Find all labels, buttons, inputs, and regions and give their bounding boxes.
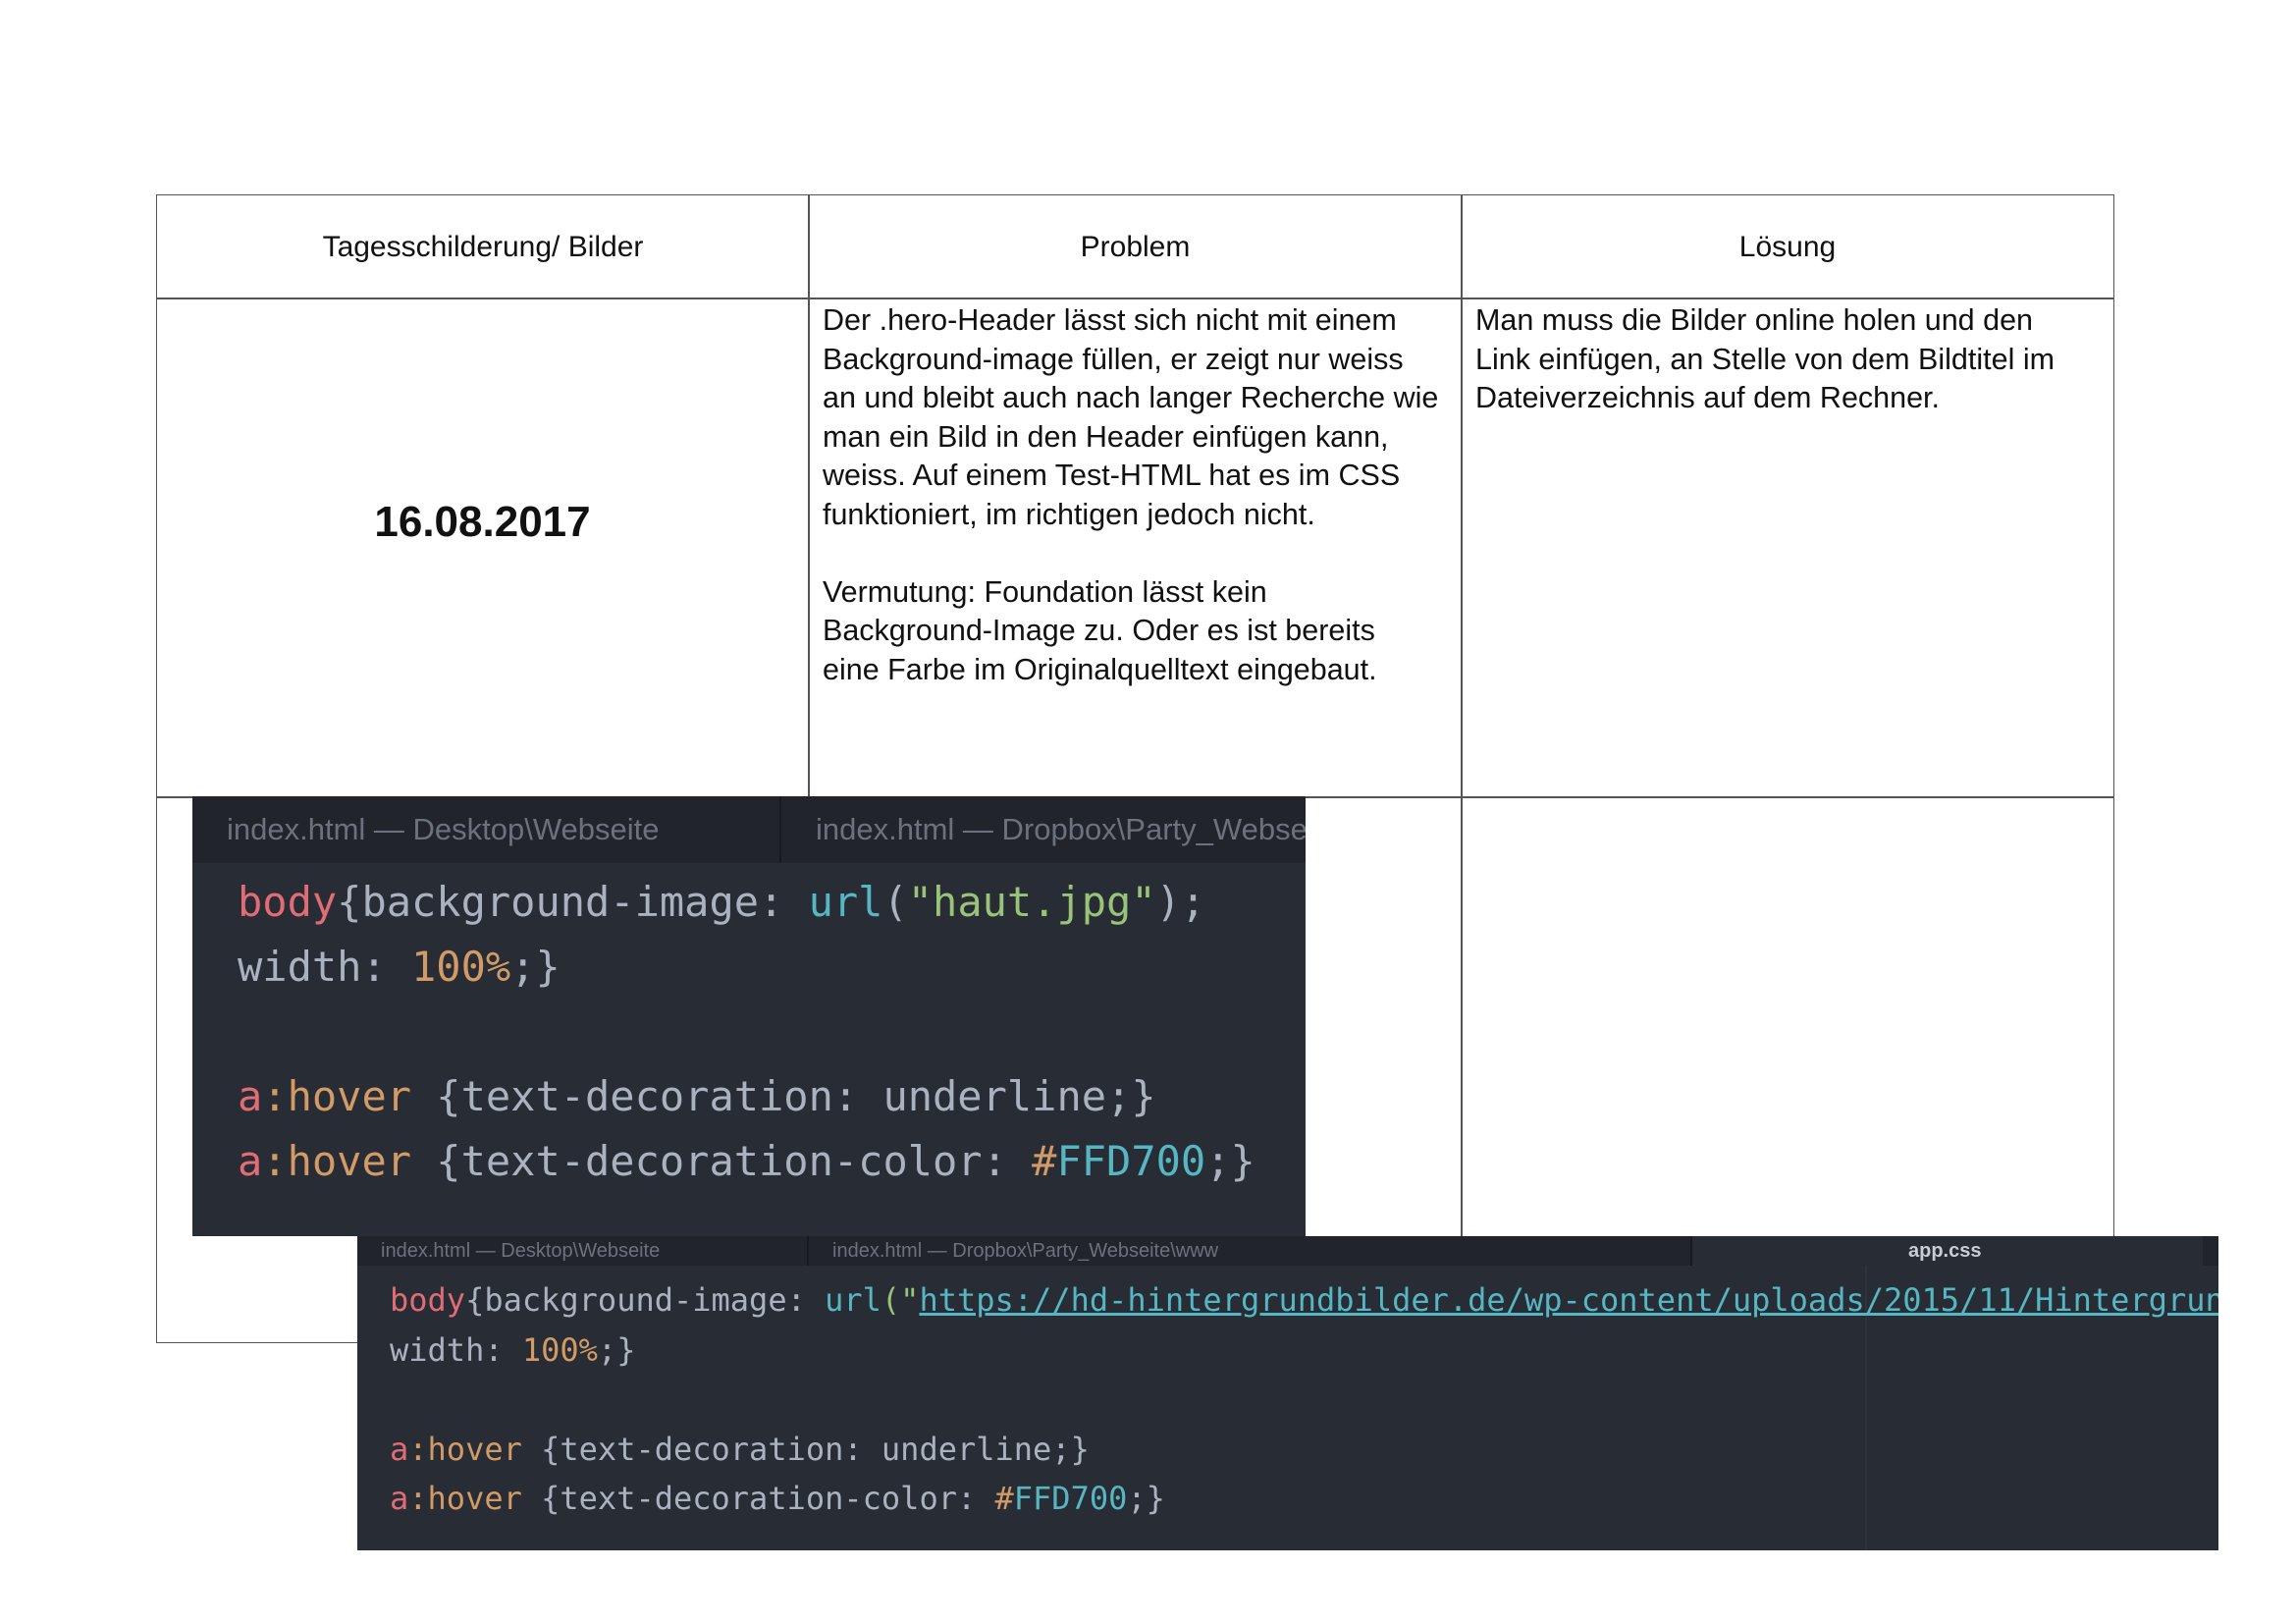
- code-token: body: [390, 1281, 466, 1319]
- code-token: 100%: [521, 1330, 598, 1369]
- problem-line: an und bleibt auch nach langer Recherche…: [823, 381, 1439, 414]
- code-token: (: [882, 878, 908, 926]
- editor-tab-bar: index.html — Desktop\Webseite index.html…: [192, 796, 1306, 863]
- code-token: :hover: [262, 1072, 412, 1120]
- code-token: a: [390, 1430, 409, 1468]
- header-cell-problem: Problem: [808, 194, 1463, 299]
- problem-line: Background-Image zu. Oder es ist bereits: [823, 614, 1375, 647]
- header-problem-label: Problem: [1080, 230, 1191, 263]
- problem-line: eine Farbe im Originalquelltext eingebau…: [823, 652, 1377, 686]
- code-token: url: [808, 878, 883, 926]
- editor-tab-active: app.css: [1692, 1236, 2203, 1266]
- solution-line: Dateiverzeichnis auf dem Rechner.: [1475, 381, 1940, 414]
- code-block: body{background-image: url("https://hd-h…: [390, 1275, 2218, 1524]
- code-token: a: [238, 1072, 263, 1120]
- editor-tab: index.html — Desktop\Webseite: [192, 796, 781, 863]
- problem-line: man ein Bild in den Header einfügen kann…: [823, 419, 1389, 454]
- editor-tab: index.html — Desktop\Webseite: [357, 1236, 809, 1266]
- code-token: :hover: [408, 1430, 522, 1468]
- code-token: FFD700: [1056, 1137, 1206, 1185]
- code-token: url: [825, 1281, 881, 1319]
- solution-cell: Man muss die Bilder online holen und den…: [1461, 298, 2114, 798]
- code-token: {text-decoration-color:: [521, 1480, 995, 1517]
- code-token: width:: [390, 1330, 522, 1369]
- code-token: );: [1155, 878, 1206, 926]
- editor-tab-bar: index.html — Desktop\Webseite index.html…: [357, 1236, 2218, 1266]
- editor-screenshot-after: index.html — Desktop\Webseite index.html…: [357, 1236, 2218, 1550]
- problem-line: weiss. Auf einem Test-HTML hat es im CSS: [823, 459, 1401, 492]
- code-token: ;}: [597, 1330, 636, 1369]
- code-link: https://hd-hintergrundbilder.de/wp-conte…: [919, 1281, 2218, 1319]
- header-cell-day: Tagesschilderung/ Bilder: [156, 194, 810, 299]
- code-token: a: [238, 1137, 263, 1185]
- code-token: body: [238, 878, 338, 926]
- code-token: :hover: [262, 1137, 412, 1185]
- empty-solution-cell: [1461, 796, 2114, 1238]
- problem-line: Vermutung: Foundation lässt kein: [823, 574, 1267, 609]
- problem-line: funktioniert, im richtigen jedoch nicht.: [823, 497, 1315, 531]
- code-token: a: [390, 1480, 409, 1517]
- code-token: "haut.jpg": [907, 878, 1156, 926]
- code-token: ;}: [510, 943, 561, 991]
- editor-tab: index.html — Dropbox\Party_Webseite: [816, 812, 1306, 846]
- problem-line: Background-image füllen, er zeigt nur we…: [823, 342, 1404, 376]
- code-token: {text-decoration-color:: [411, 1137, 1033, 1185]
- code-token: #: [1032, 1137, 1057, 1185]
- code-token: #: [994, 1480, 1014, 1517]
- problem-cell: Der .hero-Header lässt sich nicht mit ei…: [808, 298, 1463, 798]
- code-token: (": [881, 1281, 920, 1319]
- entry-date: 16.08.2017: [374, 498, 591, 546]
- code-token: {text-decoration: underline;}: [521, 1430, 1090, 1468]
- code-token: :hover: [408, 1480, 522, 1517]
- solution-line: Man muss die Bilder online holen und den: [1475, 303, 2034, 337]
- header-day-label: Tagesschilderung/ Bilder: [322, 230, 644, 263]
- code-token: ;}: [1205, 1137, 1255, 1185]
- code-token: FFD700: [1013, 1480, 1128, 1517]
- header-solution-label: Lösung: [1738, 230, 1837, 263]
- code-token: width:: [238, 943, 412, 991]
- header-cell-solution: Lösung: [1461, 194, 2114, 299]
- problem-spacer: [823, 534, 1448, 573]
- code-token: {background-image:: [337, 878, 809, 926]
- code-block: body{background-image: url("haut.jpg"); …: [238, 870, 1255, 1194]
- date-cell: [156, 298, 810, 798]
- code-token: {background-image:: [465, 1281, 826, 1319]
- code-token: ;}: [1127, 1480, 1165, 1517]
- problem-line: Der .hero-Header lässt sich nicht mit ei…: [823, 303, 1397, 337]
- editor-tab: index.html — Dropbox\Party_Webseite\www: [809, 1236, 1692, 1266]
- code-token: {text-decoration: underline;}: [411, 1072, 1156, 1120]
- code-token: 100%: [411, 943, 511, 991]
- solution-line: Link einfügen, an Stelle von dem Bildtit…: [1475, 342, 2055, 376]
- editor-screenshot-before: index.html — Desktop\Webseite index.html…: [192, 796, 1306, 1236]
